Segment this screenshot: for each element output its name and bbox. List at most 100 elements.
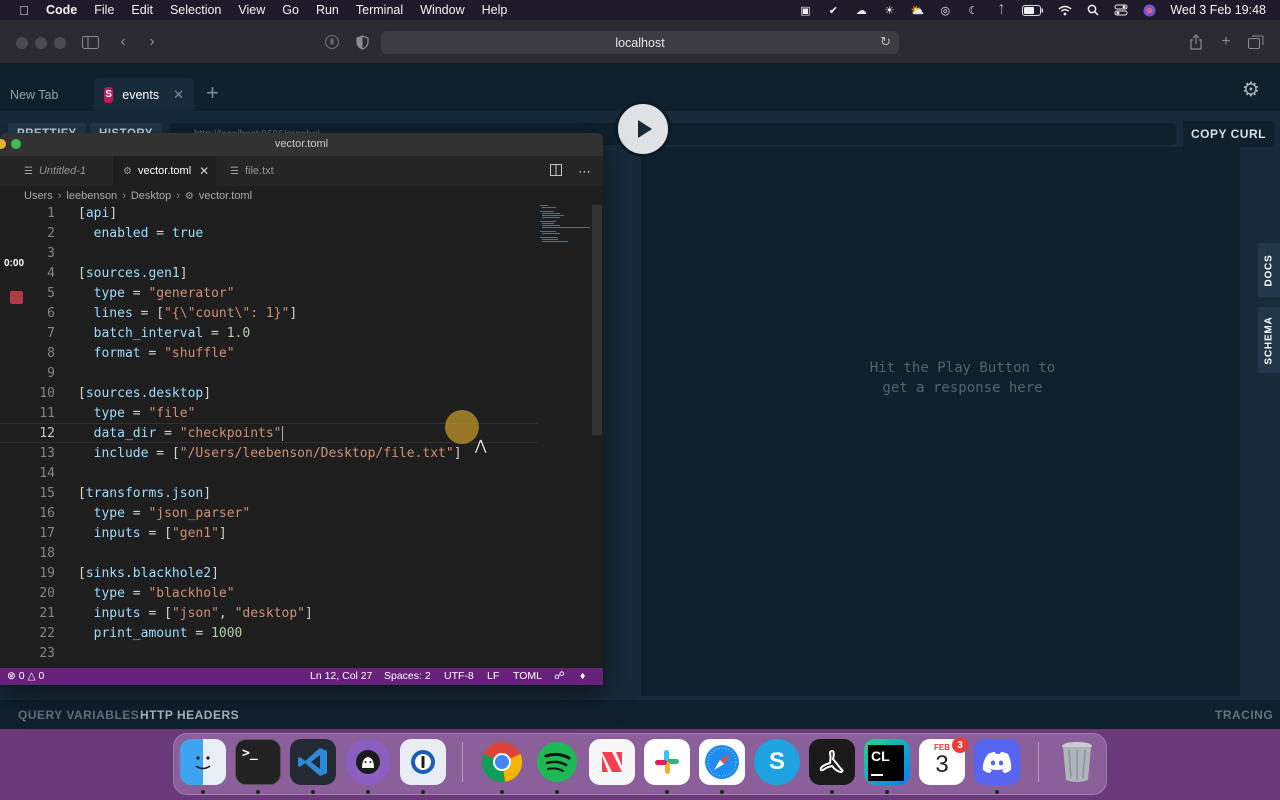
breadcrumb-item[interactable]: leebenson	[66, 190, 117, 202]
tab-file-txt[interactable]: ☰ file.txt	[220, 156, 317, 186]
cloud-icon[interactable]: ☁	[854, 4, 868, 17]
menu-selection[interactable]: Selection	[170, 3, 221, 17]
spotify-icon[interactable]	[534, 739, 580, 785]
tab-new-tab[interactable]: New Tab	[10, 78, 58, 111]
clion-icon[interactable]: CL	[864, 739, 910, 785]
privacy-report-icon[interactable]	[322, 33, 342, 51]
finder-icon[interactable]	[180, 739, 226, 785]
tab-overview-icon[interactable]	[1246, 33, 1266, 51]
share-icon[interactable]	[1186, 33, 1206, 51]
window-zoom-button[interactable]	[11, 139, 21, 149]
error-icon: ⊗	[7, 670, 16, 682]
cursor-position[interactable]: Ln 12, Col 27	[310, 670, 372, 682]
calendar-day: 3	[935, 751, 949, 778]
play-button[interactable]	[615, 101, 671, 157]
acrobat-icon[interactable]	[809, 739, 855, 785]
battery-icon[interactable]	[1022, 4, 1044, 16]
tab-label: events	[122, 87, 160, 102]
docs-side-tab[interactable]: DOCS	[1258, 243, 1280, 297]
notifications-bell-icon[interactable]: ♦	[580, 670, 585, 682]
terminal-icon[interactable]: >_	[235, 739, 281, 785]
menu-go[interactable]: Go	[282, 3, 299, 17]
menu-help[interactable]: Help	[482, 3, 508, 17]
back-arrow-icon[interactable]: ‹	[113, 33, 133, 51]
close-tab-icon[interactable]: ✕	[173, 87, 184, 103]
end-of-line[interactable]: LF	[487, 670, 499, 682]
check-icon[interactable]: ✔	[826, 4, 840, 17]
schema-side-tab[interactable]: SCHEMA	[1258, 307, 1280, 373]
play-icon	[638, 120, 652, 138]
slack-icon[interactable]	[644, 739, 690, 785]
minimap[interactable]	[538, 205, 592, 245]
search-icon[interactable]	[1086, 4, 1100, 16]
window-zoom-button[interactable]	[54, 37, 66, 49]
window-close-button[interactable]	[16, 37, 28, 49]
siri-icon[interactable]	[1142, 4, 1156, 16]
menu-view[interactable]: View	[238, 3, 265, 17]
address-bar[interactable]: localhost ↻	[381, 31, 899, 54]
menu-run[interactable]: Run	[316, 3, 339, 17]
menu-edit[interactable]: Edit	[131, 3, 153, 17]
window-minimize-button[interactable]	[35, 37, 47, 49]
problems-indicator[interactable]: ⊗ 0 △ 0	[7, 670, 44, 682]
sun-icon[interactable]: ☀	[882, 4, 896, 17]
vscode-icon[interactable]	[290, 739, 336, 785]
breadcrumb-item[interactable]: Users	[24, 190, 53, 202]
bluetooth-icon[interactable]: ᛏ	[994, 4, 1008, 16]
breadcrumb-item[interactable]: Desktop	[131, 190, 171, 202]
sidebar-toggle-icon[interactable]	[80, 33, 100, 51]
breadcrumb-item[interactable]: vector.toml	[199, 190, 252, 202]
split-editor-icon[interactable]	[550, 164, 562, 180]
query-variables-tab[interactable]: QUERY VARIABLES	[18, 708, 139, 722]
new-tab-icon[interactable]: +	[1216, 33, 1236, 51]
weather-icon[interactable]: ⛅	[910, 4, 924, 17]
news-icon[interactable]	[589, 739, 635, 785]
wifi-icon[interactable]	[1058, 4, 1072, 16]
text-cursor	[281, 425, 283, 441]
menu-window[interactable]: Window	[420, 3, 464, 17]
safari-icon[interactable]	[699, 739, 745, 785]
screen-share-icon[interactable]: ▣	[798, 4, 812, 17]
add-tab-icon[interactable]: +	[206, 82, 219, 104]
1password-icon[interactable]	[400, 739, 446, 785]
tab-vector-toml[interactable]: ⚙ vector.toml ✕	[113, 156, 216, 186]
menu-app-name[interactable]: Code	[46, 3, 77, 17]
more-actions-icon[interactable]: ⋯	[578, 164, 591, 180]
indentation[interactable]: Spaces: 2	[384, 670, 431, 682]
http-headers-tab[interactable]: HTTP HEADERS	[140, 708, 239, 722]
running-indicator	[995, 790, 999, 794]
language-mode[interactable]: TOML	[513, 670, 542, 682]
forward-arrow-icon[interactable]: ›	[142, 33, 162, 51]
dock-separator	[462, 742, 463, 782]
password-icon[interactable]: ◎	[938, 4, 952, 17]
gear-icon[interactable]: ⚙	[1242, 77, 1264, 101]
recording-timer: 0:00	[4, 258, 25, 269]
skype-icon[interactable]: S	[754, 739, 800, 785]
tab-events[interactable]: S events ✕	[94, 78, 194, 111]
encoding[interactable]: UTF-8	[444, 670, 474, 682]
trash-icon[interactable]	[1054, 739, 1100, 785]
control-center-icon[interactable]	[1114, 4, 1128, 16]
editor-scrollbar[interactable]	[592, 205, 602, 435]
menu-terminal[interactable]: Terminal	[356, 3, 403, 17]
apple-menu-icon[interactable]: 	[16, 3, 32, 18]
shield-icon[interactable]	[352, 33, 372, 51]
tracing-tab[interactable]: TRACING	[1215, 708, 1273, 722]
chrome-icon[interactable]	[479, 739, 525, 785]
live-share-icon[interactable]: ☍	[554, 670, 565, 682]
notification-badge: 3	[952, 737, 968, 753]
menubar-clock[interactable]: Wed 3 Feb 19:48	[1170, 3, 1266, 17]
copy-curl-button[interactable]: COPY CURL	[1183, 121, 1274, 147]
close-icon[interactable]: ✕	[199, 164, 209, 178]
code-line: 10 [sources.desktop]	[39, 385, 212, 401]
discord-icon[interactable]	[974, 739, 1020, 785]
response-hint-line: Hit the Play Button to	[869, 360, 1056, 376]
tab-untitled-1[interactable]: ☰ Untitled-1	[14, 156, 111, 186]
github-desktop-icon[interactable]	[345, 739, 391, 785]
stop-recording-button[interactable]	[10, 291, 23, 304]
moon-icon[interactable]: ☾	[966, 4, 980, 17]
menu-file[interactable]: File	[94, 3, 114, 17]
code-editor[interactable]: 1 [api] 2 enabled = true 3 4 [sources.gen1…	[0, 203, 590, 668]
reload-icon[interactable]: ↻	[880, 34, 891, 50]
gear-file-icon: ⚙	[184, 190, 194, 202]
